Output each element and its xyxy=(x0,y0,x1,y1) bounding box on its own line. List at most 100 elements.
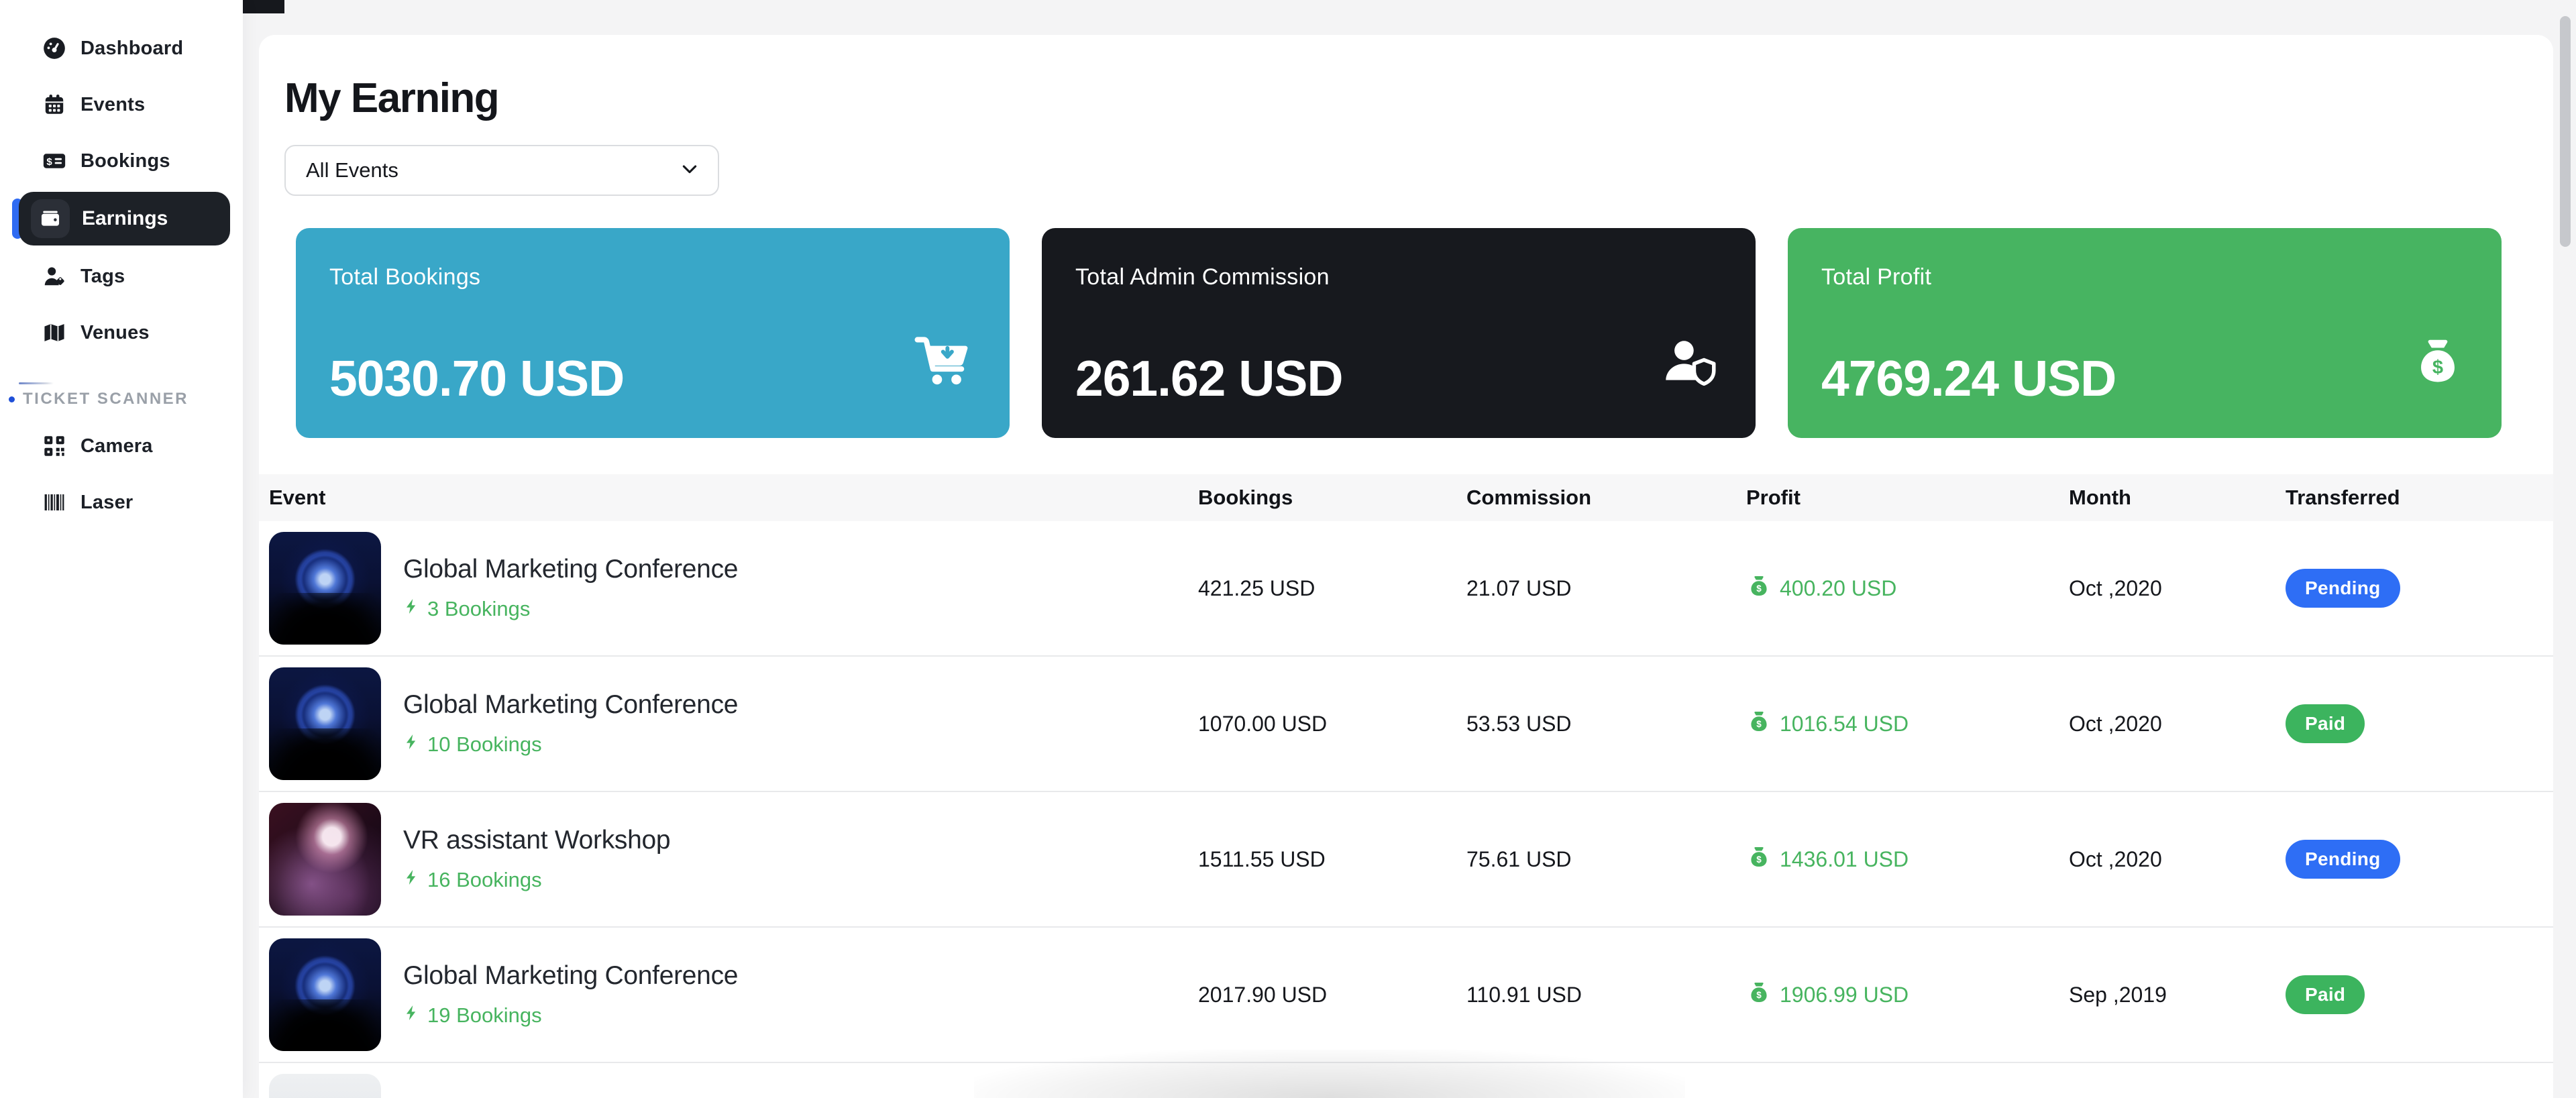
sidebar-item-events[interactable]: Events xyxy=(0,76,243,133)
sidebar: Dashboard xyxy=(0,0,243,1098)
bookings-cell: 1070.00 USD xyxy=(1198,712,1466,736)
event-cell: Global Marketing Conference 10 Bookings xyxy=(269,667,1198,780)
profit-value: 1436.01 USD xyxy=(1780,847,1909,872)
wallet-icon xyxy=(31,199,70,238)
profit-cell: $ 1436.01 USD xyxy=(1746,842,2069,876)
stat-card-total-admin-commission: Total Admin Commission 261.62 USD xyxy=(1042,228,1756,438)
profit-cell: $ 1906.99 USD xyxy=(1746,978,2069,1011)
sidebar-item-label: Camera xyxy=(80,435,153,457)
table-header: Event Bookings Commission Profit Month T… xyxy=(259,474,2553,521)
sack-dollar-icon: $ xyxy=(1746,707,1772,740)
sidebar-item-label: Earnings xyxy=(82,207,168,230)
month-cell: Oct ,2020 xyxy=(2069,847,2286,872)
qrcode-icon xyxy=(39,431,70,461)
sack-dollar-icon: $ xyxy=(1746,842,1772,876)
page-title: My Earning xyxy=(284,78,2505,119)
sidebar-item-camera[interactable]: Camera xyxy=(0,418,243,474)
sack-dollar-icon: $ xyxy=(2410,330,2465,394)
column-header-month: Month xyxy=(2069,486,2286,510)
event-title: Global Marketing Conference xyxy=(403,961,738,991)
stat-cards: Total Bookings 5030.70 USD Total Admin C… xyxy=(296,228,2505,438)
event-thumbnail xyxy=(269,667,381,780)
transferred-cell: Paid xyxy=(2286,704,2553,743)
event-bookings-meta: 19 Bookings xyxy=(403,1003,738,1028)
sidebar-item-venues[interactable]: Venues xyxy=(0,305,243,361)
sidebar-item-dashboard[interactable]: Dashboard xyxy=(0,20,243,76)
stat-label: Total Profit xyxy=(1821,264,2468,290)
map-icon xyxy=(39,317,70,348)
vertical-scrollbar-thumb[interactable] xyxy=(2560,16,2571,247)
event-filter-select[interactable]: All Events xyxy=(284,145,719,196)
profit-value: 1016.54 USD xyxy=(1780,712,1909,736)
sidebar-item-tags[interactable]: Tags xyxy=(0,248,243,305)
transferred-cell: Paid xyxy=(2286,975,2553,1014)
bookings-cell: 2017.90 USD xyxy=(1198,983,1466,1007)
sidebar-item-label: Dashboard xyxy=(80,38,183,60)
svg-text:$: $ xyxy=(1756,855,1762,865)
svg-text:$: $ xyxy=(1756,990,1762,1000)
event-thumbnail xyxy=(269,532,381,645)
sidebar-item-label: Events xyxy=(80,94,145,116)
sidebar-item-earnings[interactable]: Earnings xyxy=(19,192,230,245)
status-badge: Pending xyxy=(2286,569,2400,608)
event-cell: Global Marketing Conference 3 Bookings xyxy=(269,532,1198,645)
event-thumbnail xyxy=(269,938,381,1051)
event-cell: VR assistant Workshop 16 Bookings xyxy=(269,803,1198,916)
earnings-table: Event Bookings Commission Profit Month T… xyxy=(259,474,2553,1098)
sack-dollar-icon: $ xyxy=(1746,571,1772,605)
stat-value: 261.62 USD xyxy=(1075,349,1343,407)
month-cell: Oct ,2020 xyxy=(2069,712,2286,736)
svg-text:$: $ xyxy=(2432,357,2443,378)
event-bookings-count: 3 Bookings xyxy=(427,597,530,621)
bookings-cell: 421.25 USD xyxy=(1198,576,1466,601)
event-bookings-count: 10 Bookings xyxy=(427,732,542,757)
svg-text:$: $ xyxy=(1756,719,1762,729)
event-bookings-count: 19 Bookings xyxy=(427,1003,542,1028)
commission-cell: 53.53 USD xyxy=(1466,712,1746,736)
column-header-profit: Profit xyxy=(1746,486,2069,510)
event-bookings-meta: 3 Bookings xyxy=(403,596,738,622)
event-cell: Global Marketing Conference 19 Bookings xyxy=(269,938,1198,1051)
month-cell: Oct ,2020 xyxy=(2069,576,2286,601)
sidebar-item-bookings[interactable]: $ Bookings xyxy=(0,133,243,189)
status-badge: Paid xyxy=(2286,704,2365,743)
sack-dollar-icon: $ xyxy=(1746,978,1772,1011)
table-row: Global Marketing Conference 19 Bookings … xyxy=(259,928,2553,1063)
sidebar-item-label: Venues xyxy=(80,322,150,344)
event-bookings-count: 16 Bookings xyxy=(427,868,542,892)
profit-value: 400.20 USD xyxy=(1780,576,1896,601)
table-row: Global Marketing Conference 3 Bookings 4… xyxy=(259,521,2553,657)
table-row: VR assistant Workshop 16 Bookings 1511.5… xyxy=(259,792,2553,928)
stat-card-total-profit: Total Profit 4769.24 USD $ xyxy=(1788,228,2502,438)
event-title: Global Marketing Conference xyxy=(403,555,738,584)
sidebar-item-laser[interactable]: Laser xyxy=(0,474,243,531)
bolt-icon xyxy=(403,596,421,622)
status-badge: Pending xyxy=(2286,840,2400,879)
sidebar-item-label: Laser xyxy=(80,492,133,514)
cart-arrow-down-icon xyxy=(912,331,973,394)
month-cell: Sep ,2019 xyxy=(2069,983,2286,1007)
column-header-commission: Commission xyxy=(1466,486,1746,510)
column-header-transferred: Transferred xyxy=(2286,486,2553,510)
sidebar-item-label: Tags xyxy=(80,266,125,288)
event-title: VR assistant Workshop xyxy=(403,826,670,855)
ticket-scanner-section: Ticket Scanner xyxy=(0,382,243,531)
bolt-icon xyxy=(403,867,421,893)
sidebar-item-label: Bookings xyxy=(80,150,170,172)
table-row: Global Marketing Conference 10 Bookings … xyxy=(259,657,2553,792)
commission-cell: 21.07 USD xyxy=(1466,576,1746,601)
event-thumbnail xyxy=(269,803,381,916)
svg-text:$: $ xyxy=(46,156,52,168)
column-header-bookings: Bookings xyxy=(1198,486,1466,510)
profit-cell: $ 400.20 USD xyxy=(1746,571,2069,605)
profit-cell: $ 1016.54 USD xyxy=(1746,707,2069,740)
section-bullet-icon xyxy=(9,396,15,402)
gauge-icon xyxy=(39,33,70,64)
stat-card-total-bookings: Total Bookings 5030.70 USD xyxy=(296,228,1010,438)
section-label: Ticket Scanner xyxy=(23,390,189,408)
status-badge: Paid xyxy=(2286,975,2365,1014)
main-area: My Earning All Events Total Bookings 503… xyxy=(243,0,2576,1098)
user-tag-icon xyxy=(39,261,70,292)
column-header-event: Event xyxy=(269,486,1198,510)
content-card: My Earning All Events Total Bookings 503… xyxy=(259,35,2553,1098)
